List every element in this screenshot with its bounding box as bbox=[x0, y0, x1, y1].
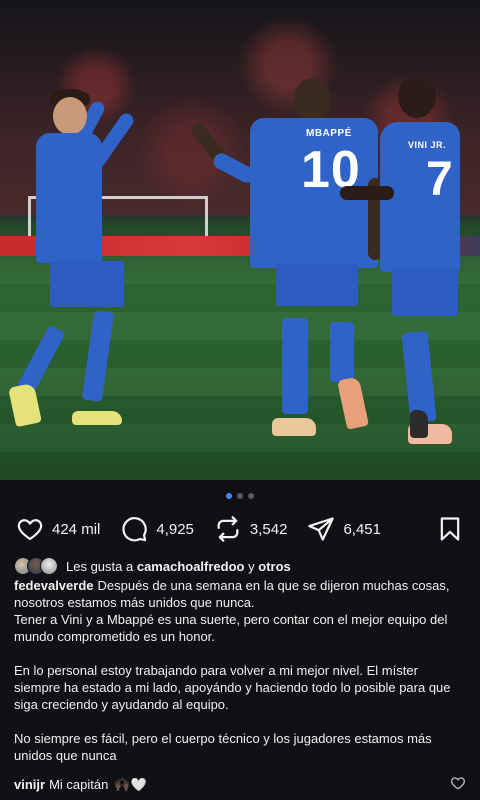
comment-text: Mi capitán bbox=[49, 777, 109, 792]
player-center: MBAPPÉ 10 bbox=[188, 78, 388, 443]
pagination-dot-3[interactable] bbox=[248, 493, 254, 499]
share-button[interactable]: 6,451 bbox=[307, 515, 381, 543]
repost-button[interactable]: 3,542 bbox=[214, 515, 288, 543]
post-caption: fedevalverde Después de una semana en la … bbox=[14, 577, 464, 764]
liked-by-prefix: Les gusta a bbox=[66, 558, 134, 574]
post-actions: 424 mil 4,925 3,542 6,451 bbox=[16, 512, 464, 546]
bookmark-icon bbox=[440, 517, 460, 541]
avatar bbox=[40, 557, 58, 575]
pagination-dot-2[interactable] bbox=[237, 493, 243, 499]
jersey-number-right: 7 bbox=[426, 153, 453, 206]
caption-line-3: En lo personal estoy trabajando para vol… bbox=[14, 663, 451, 712]
liked-by-user[interactable]: camachoalfredoo bbox=[137, 559, 245, 574]
caption-paragraph-1: fedevalverde Después de una semana en la … bbox=[14, 577, 464, 611]
jersey-name-right: VINI JR. bbox=[408, 140, 447, 150]
repost-icon bbox=[217, 516, 239, 542]
like-count: 424 mil bbox=[52, 520, 101, 538]
player-right: VINI JR. 7 bbox=[340, 70, 480, 450]
carousel-pagination bbox=[0, 493, 480, 501]
heart-icon bbox=[17, 519, 43, 541]
share-count: 6,451 bbox=[343, 520, 381, 538]
player-left: 8 bbox=[8, 85, 170, 435]
post-photo[interactable]: 8 MBAPPÉ 10 VINI JR. 7 bbox=[0, 0, 480, 480]
like-button[interactable]: 424 mil bbox=[16, 515, 100, 543]
liked-by-others[interactable]: otros bbox=[258, 559, 291, 574]
jersey-name-center: MBAPPÉ bbox=[306, 128, 352, 139]
liked-by-row[interactable]: Les gusta a camachoalfredoo y otros bbox=[14, 557, 464, 575]
caption-line-2: Tener a Vini y a Mbappé es una suerte, p… bbox=[14, 612, 448, 644]
liked-by-connector: y bbox=[248, 558, 255, 574]
comment-username[interactable]: vinijr bbox=[14, 777, 45, 792]
comment-count: 4,925 bbox=[156, 520, 194, 538]
caption-username[interactable]: fedevalverde bbox=[14, 578, 94, 593]
share-icon bbox=[308, 517, 335, 541]
save-button[interactable] bbox=[436, 515, 464, 543]
comment-icon bbox=[122, 517, 148, 542]
heart-icon bbox=[451, 777, 465, 790]
pagination-dot-1[interactable] bbox=[226, 493, 232, 499]
comment-emoji: 🙌🏿🤍 bbox=[114, 776, 147, 792]
repost-count: 3,542 bbox=[249, 520, 288, 538]
caption-line-4: No siempre es fácil, pero el cuerpo técn… bbox=[14, 731, 432, 763]
comment-row: vinijr Mi capitán 🙌🏿🤍 bbox=[14, 775, 466, 794]
comment-button[interactable]: 4,925 bbox=[120, 515, 194, 543]
comment-like-button[interactable] bbox=[450, 775, 466, 794]
liked-by-avatars bbox=[14, 557, 58, 575]
